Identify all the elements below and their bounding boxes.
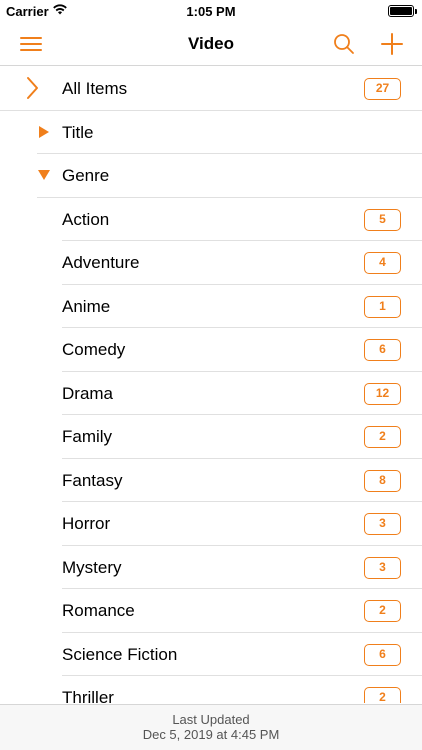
disclosure-collapsed-icon (39, 125, 49, 138)
add-button[interactable] (378, 30, 406, 58)
navigation-bar: Video (0, 22, 422, 66)
genre-row-comedy[interactable]: Comedy 6 (0, 328, 422, 372)
genre-count-badge: 2 (364, 600, 401, 622)
all-items-count-badge: 27 (364, 78, 401, 100)
genre-row-science-fiction[interactable]: Science Fiction 6 (0, 633, 422, 676)
genre-label: Action (62, 209, 110, 229)
genre-label: Science Fiction (62, 644, 178, 664)
title-group-label: Title (62, 122, 94, 142)
genre-count-badge: 8 (364, 469, 401, 492)
genre-group-label: Genre (62, 166, 110, 185)
plus-icon (381, 33, 403, 55)
genre-row-thriller[interactable]: Thriller 2 (0, 676, 422, 703)
status-bar: Carrier 1:05 PM (0, 0, 422, 22)
genre-row-drama[interactable]: Drama 12 (0, 372, 422, 415)
status-time: 1:05 PM (186, 4, 236, 19)
all-items-row[interactable]: All Items 27 (0, 67, 422, 111)
genre-label: Romance (62, 601, 135, 620)
search-icon (334, 34, 354, 54)
genre-label: Comedy (62, 340, 126, 359)
genre-label: Family (62, 427, 113, 446)
disclosure-expanded-icon (38, 170, 50, 180)
genre-label: Horror (62, 514, 111, 533)
genre-count-badge: 4 (364, 252, 401, 274)
title-group-row[interactable]: Title (0, 111, 422, 154)
genre-label: Mystery (62, 557, 122, 577)
genre-count-badge: 2 (364, 426, 401, 448)
search-button[interactable] (330, 30, 358, 58)
last-updated-timestamp: Dec 5, 2019 at 4:45 PM (142, 727, 280, 742)
battery-icon (388, 5, 417, 17)
chevron-right-icon (27, 77, 38, 99)
page-title: Video (188, 34, 234, 53)
genre-row-mystery[interactable]: Mystery 3 (0, 546, 422, 589)
genre-count-badge: 3 (364, 513, 401, 535)
last-updated-label: Last Updated (172, 712, 250, 727)
genre-label: Fantasy (62, 470, 123, 490)
genre-group-row[interactable]: Genre (0, 154, 422, 198)
genre-row-anime[interactable]: Anime 1 (0, 285, 422, 328)
genre-row-action[interactable]: Action 5 (0, 198, 422, 241)
genre-label: Drama (62, 383, 114, 403)
genre-row-family[interactable]: Family 2 (0, 415, 422, 459)
category-list: All Items 27 Title Genre Action 5 Advent… (0, 67, 422, 703)
genre-count-badge: 5 (364, 208, 401, 231)
genre-count-badge: 1 (364, 295, 401, 318)
genre-label: Anime (62, 296, 111, 316)
genre-row-adventure[interactable]: Adventure 4 (0, 241, 422, 285)
genre-count-badge: 12 (364, 382, 401, 405)
genre-row-fantasy[interactable]: Fantasy 8 (0, 459, 422, 502)
genre-row-horror[interactable]: Horror 3 (0, 502, 422, 546)
genre-label: Thriller (62, 688, 114, 703)
genre-count-badge: 2 (364, 687, 401, 703)
all-items-label: All Items (62, 79, 128, 98)
last-updated-footer: Last Updated Dec 5, 2019 at 4:45 PM (0, 704, 422, 750)
screen: Carrier 1:05 PM Video All Items 27 Title… (0, 0, 422, 750)
genre-count-badge: 6 (364, 643, 401, 666)
genre-row-romance[interactable]: Romance 2 (0, 589, 422, 633)
genre-count-badge: 6 (364, 339, 401, 361)
genre-label: Adventure (62, 253, 140, 272)
genre-count-badge: 3 (364, 556, 401, 579)
